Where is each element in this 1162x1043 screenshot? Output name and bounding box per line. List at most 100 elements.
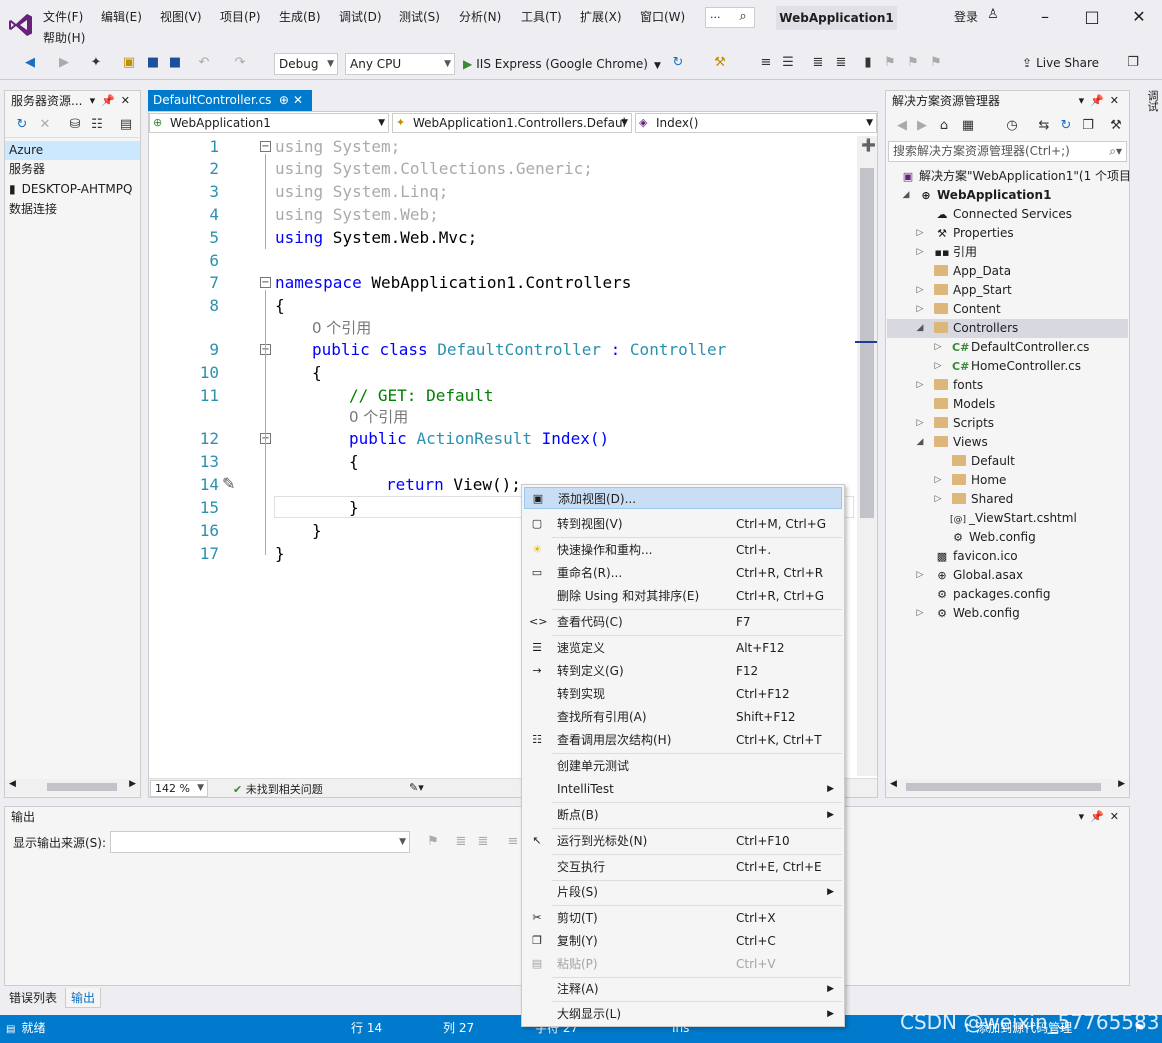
menu-analyze[interactable]: 分析(N) bbox=[459, 8, 501, 25]
tree-item-data-connections[interactable]: 数据连接 bbox=[9, 200, 57, 219]
menu-item-goto-view[interactable]: ▢ 转到视图(V) Ctrl+M, Ctrl+G bbox=[524, 513, 842, 535]
login-link[interactable]: 登录 bbox=[954, 8, 978, 25]
menu-item-peek-definition[interactable]: ☰ 速览定义 Alt+F12 bbox=[524, 637, 842, 659]
horizontal-scrollbar[interactable]: ◀ ▶ bbox=[886, 779, 1129, 796]
menu-debug[interactable]: 调试(D) bbox=[339, 8, 382, 25]
browser-link-icon[interactable]: ⚒ bbox=[712, 55, 728, 71]
project-nav-dropdown[interactable]: ⊕ WebApplication1 ▼ bbox=[149, 113, 389, 133]
tree-item-homecontroller[interactable]: ▷ C# HomeController.cs bbox=[932, 357, 1082, 376]
collapse-all-icon[interactable]: ❐ bbox=[1080, 118, 1096, 134]
menu-item-breakpoint[interactable]: 断点(B) ▶ bbox=[524, 804, 842, 826]
save-icon[interactable]: ■ bbox=[145, 55, 161, 71]
undo-icon[interactable]: ↶ bbox=[196, 55, 212, 71]
back-icon[interactable]: ◀ bbox=[894, 118, 910, 134]
menu-item-goto-definition[interactable]: → 转到定义(G) F12 bbox=[524, 660, 842, 682]
tab-controls[interactable]: ⊕✕ bbox=[279, 90, 307, 111]
forward-icon[interactable]: ▶ bbox=[56, 55, 72, 71]
tree-item-defaultcontroller[interactable]: ▷ C# DefaultController.cs bbox=[932, 338, 1090, 357]
menu-item-intellitest[interactable]: IntelliTest ▶ bbox=[524, 778, 842, 800]
menu-window[interactable]: 窗口(W) bbox=[640, 8, 685, 25]
bookmark-icon[interactable]: ▮ bbox=[860, 55, 876, 71]
tab-defaultcontroller[interactable]: DefaultController.cs ⊕✕ bbox=[148, 90, 312, 111]
zoom-dropdown[interactable]: 142 % ▼ bbox=[150, 780, 208, 797]
solution-node[interactable]: ▣ 解决方案"WebApplication1"(1 个项目 bbox=[900, 167, 1131, 186]
find-message-icon[interactable]: ⚑ bbox=[425, 834, 441, 850]
menu-item-run-to-cursor[interactable]: ↖ 运行到光标处(N) Ctrl+F10 bbox=[524, 830, 842, 852]
configuration-dropdown[interactable]: Debug ▼ bbox=[274, 53, 338, 75]
step-icon[interactable]: ≡ bbox=[758, 55, 774, 71]
stop-icon[interactable]: ✕ bbox=[37, 117, 53, 133]
azure-icon[interactable]: ▤ bbox=[118, 117, 134, 133]
tree-item-app-start[interactable]: ▷ App_Start bbox=[914, 281, 1012, 300]
clear-all-icon[interactable]: ≡ bbox=[505, 834, 521, 850]
tree-item-models[interactable]: Models bbox=[934, 395, 995, 414]
code-cleanup-icon[interactable]: ✎▾ bbox=[409, 781, 424, 794]
menu-item-create-unit-tests[interactable]: 创建单元测试 bbox=[524, 755, 842, 777]
menu-item-execute-interactive[interactable]: 交互执行 Ctrl+E, Ctrl+E bbox=[524, 856, 842, 878]
tree-item-views-webconfig[interactable]: ⚙ Web.config bbox=[950, 528, 1036, 547]
next-bookmark-icon[interactable]: ⚑ bbox=[905, 55, 921, 71]
menu-extensions[interactable]: 扩展(X) bbox=[580, 8, 622, 25]
user-icon[interactable]: ♙ bbox=[985, 7, 1001, 23]
menu-item-remove-sort-usings[interactable]: 删除 Using 和对其排序(E) Ctrl+R, Ctrl+G bbox=[524, 585, 842, 607]
menu-item-goto-implementation[interactable]: 转到实现 Ctrl+F12 bbox=[524, 683, 842, 705]
tab-error-list[interactable]: 错误列表 bbox=[4, 988, 62, 1008]
menu-help[interactable]: 帮助(H) bbox=[43, 29, 85, 46]
menu-view[interactable]: 视图(V) bbox=[160, 8, 202, 25]
connect-server-icon[interactable]: ☷ bbox=[89, 117, 105, 133]
menu-item-quick-actions[interactable]: ☀ 快速操作和重构... Ctrl+. bbox=[524, 539, 842, 561]
menu-edit[interactable]: 编辑(E) bbox=[101, 8, 142, 25]
refresh-icon[interactable]: ↻ bbox=[1058, 118, 1074, 134]
prev-bookmark-icon[interactable]: ⚑ bbox=[882, 55, 898, 71]
refresh-icon[interactable]: ↻ bbox=[14, 117, 30, 133]
tree-item-packages-config[interactable]: ⚙ packages.config bbox=[934, 585, 1050, 604]
menu-item-outlining[interactable]: 大纲显示(L) ▶ bbox=[524, 1003, 842, 1025]
collapse-icon[interactable]: − bbox=[260, 141, 271, 152]
maximize-button[interactable]: □ bbox=[1077, 6, 1107, 28]
collapse-icon[interactable]: − bbox=[260, 277, 271, 288]
pane-controls[interactable]: ▾📌✕ bbox=[90, 91, 136, 111]
home-icon[interactable]: ⌂ bbox=[936, 118, 952, 134]
new-project-icon[interactable]: ✦ bbox=[88, 55, 104, 71]
scroll-thumb[interactable] bbox=[860, 168, 874, 518]
tree-item-global-asax[interactable]: ▷ ⊕ Global.asax bbox=[914, 566, 1024, 585]
clear-bookmark-icon[interactable]: ⚑ bbox=[928, 55, 944, 71]
live-share-button[interactable]: ⇪ Live Share bbox=[1022, 56, 1099, 70]
tree-item-views-shared[interactable]: ▷ Shared bbox=[932, 490, 1014, 509]
layout-icon[interactable]: ☰ bbox=[780, 55, 796, 71]
tree-item-webconfig[interactable]: ▷ ⚙ Web.config bbox=[914, 604, 1020, 623]
menu-project[interactable]: 项目(P) bbox=[220, 8, 261, 25]
menu-item-comment[interactable]: 注释(A) ▶ bbox=[524, 978, 842, 1000]
pane-controls[interactable]: ▾📌✕ bbox=[1079, 807, 1125, 827]
tree-item-views-default[interactable]: Default bbox=[952, 452, 1015, 471]
menu-item-call-hierarchy[interactable]: ☷ 查看调用层次结构(H) Ctrl+K, Ctrl+T bbox=[524, 729, 842, 751]
tree-item-properties[interactable]: ▷ ⚒ Properties bbox=[914, 224, 1014, 243]
menu-item-paste[interactable]: ▤ 粘贴(P) Ctrl+V bbox=[524, 953, 842, 975]
menu-item-rename[interactable]: ▭ 重命名(R)... Ctrl+R, Ctrl+R bbox=[524, 562, 842, 584]
menu-item-copy[interactable]: ❐ 复制(Y) Ctrl+C bbox=[524, 930, 842, 952]
uncomment-icon[interactable]: ≣ bbox=[833, 55, 849, 71]
tree-item-fonts[interactable]: ▷ fonts bbox=[914, 376, 984, 395]
tree-item-controllers[interactable]: ◢ Controllers bbox=[887, 319, 1128, 338]
connect-database-icon[interactable]: ⛁ bbox=[67, 117, 83, 133]
tree-item-content[interactable]: ▷ Content bbox=[914, 300, 1001, 319]
minimize-button[interactable]: – bbox=[1030, 6, 1060, 28]
refresh-icon[interactable]: ↻ bbox=[670, 55, 686, 71]
tree-item-azure[interactable]: Azure bbox=[5, 141, 140, 160]
member-nav-dropdown[interactable]: ◈ Index() ▼ bbox=[635, 113, 877, 133]
menu-file[interactable]: 文件(F) bbox=[43, 8, 83, 25]
tree-item-app-data[interactable]: App_Data bbox=[934, 262, 1011, 281]
open-folder-icon[interactable]: ▣ bbox=[121, 55, 137, 71]
tree-item-connected-services[interactable]: ☁ Connected Services bbox=[934, 205, 1073, 224]
reference-count[interactable]: 0 个引用 bbox=[312, 317, 371, 339]
menu-build[interactable]: 生成(B) bbox=[279, 8, 321, 25]
back-icon[interactable]: ◀ bbox=[22, 55, 38, 71]
solution-search-input[interactable]: 搜索解决方案资源管理器(Ctrl+;) ⌕▾ bbox=[888, 141, 1127, 162]
tree-item-desktop[interactable]: ▮ DESKTOP-AHTMPQ bbox=[9, 180, 132, 199]
comment-icon[interactable]: ≣ bbox=[810, 55, 826, 71]
side-tab-debug[interactable]: 调试 bbox=[1132, 90, 1160, 250]
redo-icon[interactable]: ↷ bbox=[232, 55, 248, 71]
start-debugging-button[interactable]: ▶ IIS Express (Google Chrome) ▼ bbox=[463, 54, 661, 74]
feedback-icon[interactable]: ❐ bbox=[1125, 55, 1141, 71]
tree-item-favicon[interactable]: ▩ favicon.ico bbox=[934, 547, 1018, 566]
